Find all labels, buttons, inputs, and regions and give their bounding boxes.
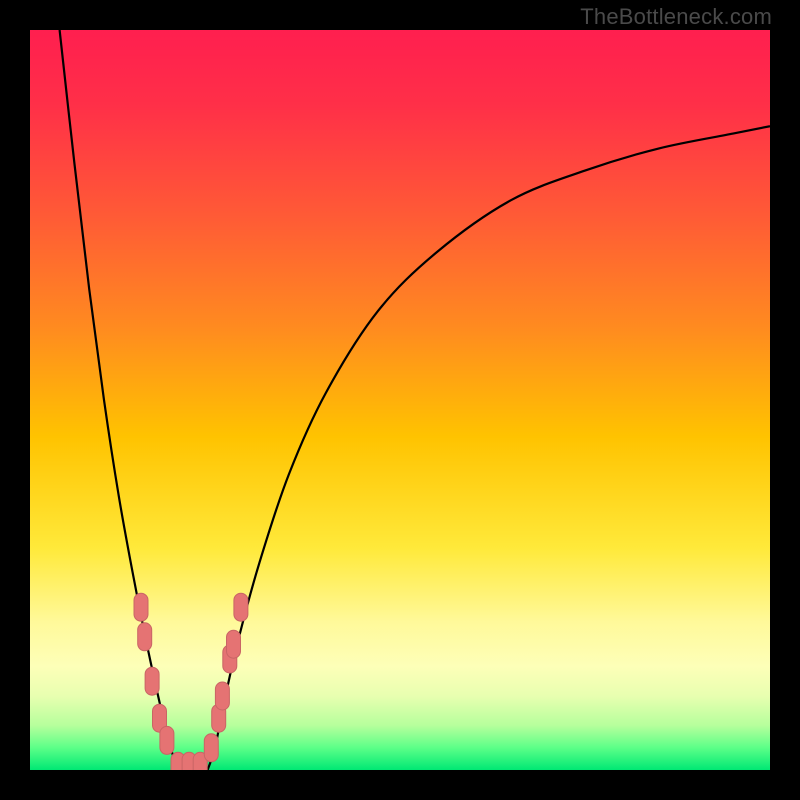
marker-capsule bbox=[234, 593, 248, 621]
curve-left-arm bbox=[60, 30, 178, 770]
highlight-markers bbox=[134, 593, 248, 770]
marker-capsule bbox=[160, 726, 174, 754]
marker-capsule bbox=[138, 623, 152, 651]
marker-capsule bbox=[145, 667, 159, 695]
chart-frame: TheBottleneck.com bbox=[0, 0, 800, 800]
watermark-text: TheBottleneck.com bbox=[580, 4, 772, 30]
marker-capsule bbox=[215, 682, 229, 710]
marker-capsule bbox=[134, 593, 148, 621]
curve-layer bbox=[30, 30, 770, 770]
marker-capsule bbox=[204, 734, 218, 762]
marker-capsule bbox=[227, 630, 241, 658]
plot-area bbox=[30, 30, 770, 770]
curve-right-arm bbox=[208, 126, 770, 770]
